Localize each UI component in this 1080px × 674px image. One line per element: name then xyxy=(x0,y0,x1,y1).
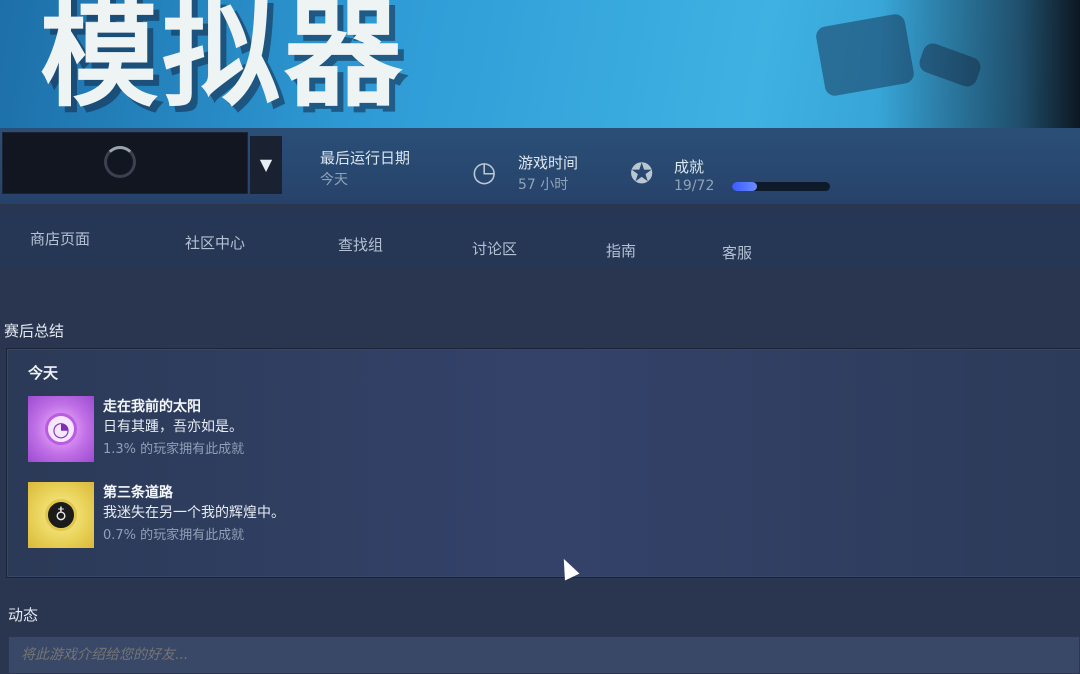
nav-support[interactable]: 客服 xyxy=(722,242,752,263)
game-title-logo: 模拟器 xyxy=(40,0,407,123)
achievement-description: 日有其踵，吾亦如是。 xyxy=(103,419,243,435)
achievements-progress-bar xyxy=(732,182,830,191)
achievement-description: 我迷失在另一个我的辉煌中。 xyxy=(103,505,285,521)
achievements-label: 成就 xyxy=(674,158,705,176)
activity-section-title: 动态 xyxy=(8,606,39,624)
achievement-name: 走在我前的太阳 xyxy=(103,399,201,415)
nav-guides[interactable]: 指南 xyxy=(606,240,636,261)
hero-art-shape xyxy=(814,12,916,98)
achievements-count: 19/72 xyxy=(674,178,715,194)
achievement-item[interactable]: ♁ 第三条道路 我迷失在另一个我的辉煌中。 0.7% 的玩家拥有此成就 xyxy=(28,482,628,552)
summary-section-title: 赛后总结 xyxy=(4,322,65,340)
recommend-to-friend-input[interactable] xyxy=(8,636,1080,674)
achievement-rarity: 1.3% 的玩家拥有此成就 xyxy=(103,442,245,457)
chevron-down-icon: ▼ xyxy=(259,155,273,174)
achievement-rarity: 0.7% 的玩家拥有此成就 xyxy=(103,528,245,543)
summary-day-label: 今天 xyxy=(28,364,59,382)
achievement-item[interactable]: ◔ 走在我前的太阳 日有其踵，吾亦如是。 1.3% 的玩家拥有此成就 xyxy=(28,396,628,466)
achievement-badge-icon: ✪ xyxy=(630,157,654,190)
nav-store-page[interactable]: 商店页面 xyxy=(30,228,90,249)
game-nav-bar: 商店页面 社区中心 查找组 讨论区 指南 客服 xyxy=(0,210,1080,268)
loading-spinner-icon xyxy=(104,146,136,178)
achievement-name: 第三条道路 xyxy=(103,485,173,501)
clock-icon: ◷ xyxy=(472,155,497,188)
nav-community-hub[interactable]: 社区中心 xyxy=(185,232,245,253)
playtime-label: 游戏时间 xyxy=(518,154,579,172)
achievements-progress-fill xyxy=(732,182,758,191)
play-options-dropdown[interactable]: ▼ xyxy=(250,136,282,194)
nav-discussions[interactable]: 讨论区 xyxy=(472,238,517,259)
nav-find-group[interactable]: 查找组 xyxy=(338,234,383,255)
path-achievement-icon: ♁ xyxy=(28,482,94,548)
last-run-value: 今天 xyxy=(320,172,348,188)
hero-art-shape xyxy=(916,40,984,90)
last-run-label: 最后运行日期 xyxy=(320,149,411,167)
game-hero-banner: 模拟器 xyxy=(0,0,1080,140)
sun-achievement-icon: ◔ xyxy=(28,396,94,462)
playtime-value: 57 小时 xyxy=(518,177,569,193)
